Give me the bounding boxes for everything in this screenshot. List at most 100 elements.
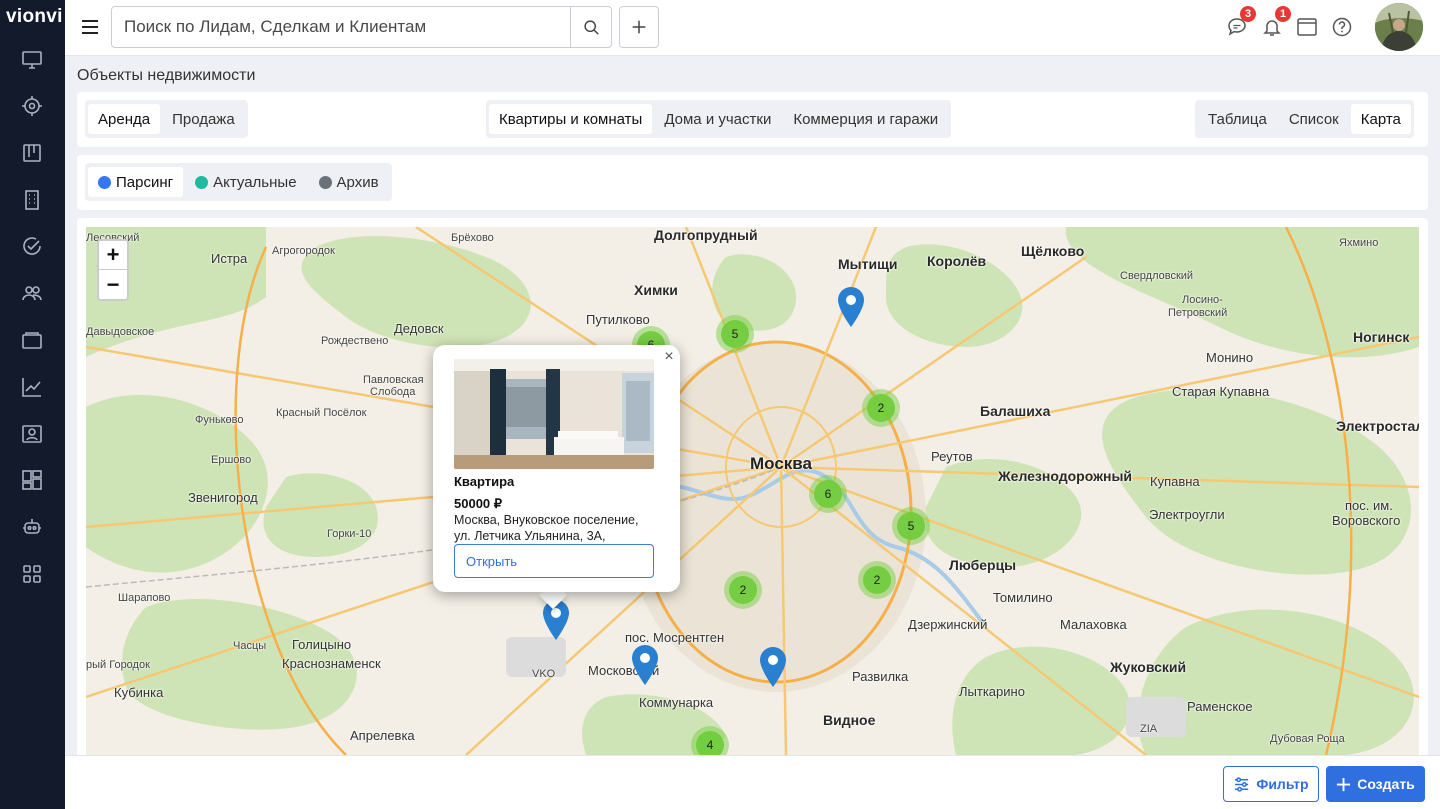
map-place: Давыдовское — [86, 326, 155, 338]
kanban-icon[interactable] — [20, 141, 44, 165]
tabs-panel: Аренда Продажа Квартиры и комнаты Дома и… — [77, 92, 1428, 147]
building-icon[interactable] — [20, 188, 44, 212]
map-place: Мытищи — [838, 256, 898, 272]
zoom-out-button[interactable]: − — [99, 270, 127, 299]
map[interactable]: Долгопрудный Мытищи Королёв Щёлково Химк… — [86, 227, 1419, 755]
map-place: Ершово — [211, 454, 252, 466]
cluster-count: 4 — [696, 731, 724, 755]
map-place: рый Городок — [86, 659, 150, 671]
filter-button[interactable]: Фильтр — [1223, 766, 1319, 802]
window-button[interactable] — [1296, 16, 1318, 38]
tab-actual[interactable]: Актуальные — [185, 167, 306, 197]
map-place: Фунькөво — [195, 414, 244, 426]
map-place: Истра — [211, 251, 248, 266]
map-place: Жуковский — [1110, 659, 1187, 675]
dashboard-icon[interactable] — [20, 468, 44, 492]
map-cluster[interactable]: 2 — [724, 571, 762, 609]
users-icon[interactable] — [20, 281, 44, 305]
cluster-count: 2 — [863, 566, 891, 594]
popup-close-button[interactable]: × — [662, 349, 676, 365]
actual-dot-icon — [195, 175, 209, 189]
map-place: Люберцы — [949, 557, 1017, 573]
zoom-control: + − — [97, 239, 129, 301]
add-button[interactable] — [619, 6, 659, 48]
user-avatar[interactable] — [1375, 3, 1423, 51]
map-place: Щёлково — [1021, 243, 1085, 259]
help-button[interactable] — [1331, 16, 1353, 38]
plus-icon — [1337, 777, 1351, 791]
tab-houses[interactable]: Дома и участки — [654, 104, 781, 134]
contact-card-icon[interactable] — [20, 422, 44, 446]
map-place: Воровского — [1332, 513, 1401, 528]
chat-badge: 3 — [1240, 6, 1256, 22]
map-place: Часцы — [233, 640, 267, 652]
property-photo[interactable] — [454, 359, 654, 469]
cluster-count: 5 — [721, 320, 749, 348]
create-label: Создать — [1357, 776, 1415, 792]
tab-actual-label: Актуальные — [213, 173, 297, 191]
map-place: Развилка — [852, 669, 909, 684]
map-cluster[interactable]: 2 — [858, 561, 896, 599]
map-marker-icon[interactable] — [760, 647, 786, 687]
property-type: Квартира — [454, 474, 515, 489]
open-property-button[interactable]: Открыть — [454, 544, 654, 578]
tab-rent[interactable]: Аренда — [88, 104, 161, 134]
search-input[interactable] — [111, 6, 571, 48]
map-cluster[interactable]: 6 — [809, 475, 847, 513]
map-place: Раменское — [1187, 699, 1253, 714]
map-cluster[interactable]: 5 — [892, 507, 930, 545]
tab-map[interactable]: Карта — [1350, 104, 1411, 134]
map-place: Дубовая Роща — [1270, 733, 1345, 745]
map-place: Дедовск — [394, 321, 444, 336]
sidebar: vionvi — [0, 0, 65, 809]
map-cluster[interactable]: 5 — [716, 315, 754, 353]
zoom-in-button[interactable]: + — [99, 241, 127, 270]
tab-archive[interactable]: Архив — [309, 167, 389, 197]
map-place: Путилково — [586, 312, 650, 327]
search-button[interactable] — [570, 6, 612, 48]
tab-list[interactable]: Список — [1279, 104, 1349, 134]
map-place: Железнодорожный — [998, 468, 1133, 484]
menu-icon[interactable] — [79, 16, 101, 38]
folder-icon[interactable] — [20, 328, 44, 352]
notifications-button[interactable]: 1 — [1261, 6, 1291, 38]
deal-type-tabs: Аренда Продажа — [85, 100, 248, 138]
create-button[interactable]: Создать — [1326, 766, 1425, 802]
map-cluster[interactable]: 2 — [862, 389, 900, 427]
search-icon — [583, 19, 599, 35]
check-circle-icon[interactable] — [20, 234, 44, 258]
parsing-dot-icon — [98, 175, 111, 189]
map-place: Красный Посёлок — [276, 407, 367, 419]
map-place: Дзержинский — [908, 617, 988, 632]
chart-icon[interactable] — [20, 375, 44, 399]
map-marker-icon[interactable] — [838, 287, 864, 327]
sliders-icon — [1235, 776, 1249, 792]
chat-button[interactable]: 3 — [1226, 6, 1256, 38]
notifications-badge: 1 — [1275, 6, 1291, 22]
tab-apartments[interactable]: Квартиры и комнаты — [489, 104, 653, 134]
map-place: пос. им. — [1345, 498, 1393, 513]
map-place: Реутов — [931, 449, 973, 464]
map-place: Свердловский — [1120, 270, 1194, 282]
map-place: Видное — [823, 712, 876, 728]
view-tabs: Таблица Список Карта — [1195, 100, 1414, 138]
robot-icon[interactable] — [20, 515, 44, 539]
tab-table[interactable]: Таблица — [1198, 104, 1277, 134]
map-place: Электросталь — [1336, 418, 1419, 434]
map-place: Коммунарка — [639, 695, 714, 710]
tab-commercial[interactable]: Коммерция и гаражи — [783, 104, 948, 134]
apps-grid-icon[interactable] — [20, 562, 44, 586]
map-place: Королёв — [927, 253, 987, 269]
tab-sale[interactable]: Продажа — [162, 104, 245, 134]
map-place: Петровский — [1168, 307, 1228, 319]
map-place: Лыткарино — [959, 684, 1025, 699]
tab-parsing[interactable]: Парсинг — [88, 167, 184, 197]
map-place: Краснознаменск — [282, 656, 381, 671]
map-marker-icon[interactable] — [632, 645, 658, 685]
window-icon — [1297, 18, 1317, 36]
app-logo[interactable]: vionvi — [6, 6, 63, 28]
map-place: Ногинск — [1353, 329, 1410, 345]
monitor-icon[interactable] — [20, 48, 44, 72]
map-place: Слобода — [370, 386, 416, 398]
target-icon[interactable] — [20, 94, 44, 118]
